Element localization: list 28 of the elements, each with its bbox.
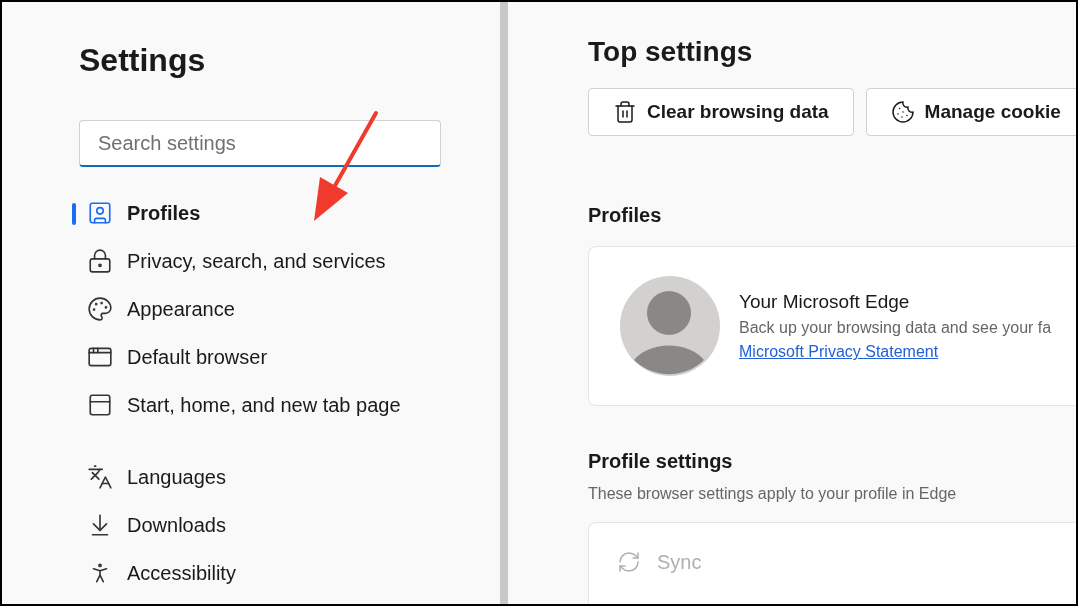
nav-item[interactable]: Privacy, search, and services (67, 237, 427, 285)
nav-item[interactable]: Default browser (67, 333, 427, 381)
section-subtitle: These browser settings apply to your profile in Edge (588, 484, 957, 504)
nav-item[interactable]: Accessibility (67, 549, 427, 597)
nav-item[interactable]: Start, home, and new tab page (67, 381, 427, 429)
languages-icon (87, 464, 113, 490)
profile-description: Back up your browsing data and see your fa (739, 318, 1052, 339)
page-title: Top settings (588, 35, 753, 69)
top-setting-button[interactable]: Clear browsing data (588, 88, 854, 136)
top-setting-button[interactable]: Manage cookie (865, 88, 1076, 136)
section-heading: Profile settings (588, 449, 733, 474)
selection-indicator (72, 203, 76, 225)
privacy-link[interactable]: Microsoft Privacy Statement (739, 340, 939, 365)
nav-item[interactable]: Languages (67, 453, 427, 501)
palette-icon (87, 296, 113, 322)
trash-icon (613, 100, 637, 124)
cookie-icon (890, 100, 915, 124)
tab-page-icon (87, 392, 113, 418)
nav-item[interactable]: Downloads (67, 501, 427, 549)
sync-icon (617, 550, 641, 574)
section-heading: Profiles (588, 203, 662, 228)
profile-name: Your Microsoft Edge (739, 289, 910, 314)
user-square-icon (87, 200, 113, 226)
search-field[interactable]: Search settings (79, 120, 441, 167)
lock-icon (87, 248, 113, 274)
nav-item[interactable]: Profiles (67, 189, 427, 237)
sidebar-title: Settings (79, 41, 206, 80)
nav-item[interactable]: Appearance (67, 285, 427, 333)
